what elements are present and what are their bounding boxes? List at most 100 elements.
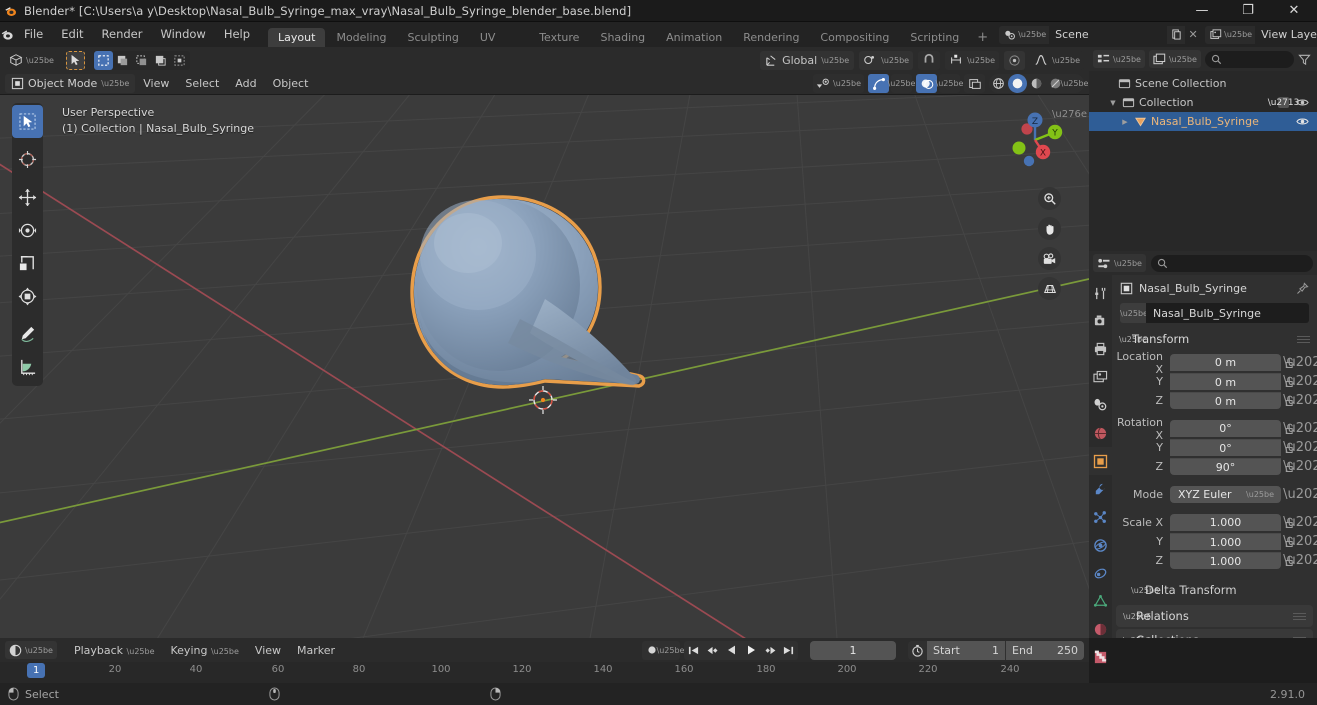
outliner-row-nasal-bulb-syringe[interactable]: ▶ Nasal_Bulb_Syringe xyxy=(1089,112,1317,131)
tab-uv-editing[interactable]: UV Editing xyxy=(470,28,528,63)
viewport-menu-add[interactable]: Add xyxy=(227,74,264,93)
new-scene-icon[interactable] xyxy=(1167,25,1186,44)
visibility-selector[interactable]: \u25be xyxy=(813,74,864,93)
properties-editor[interactable]: \u25be Nasal_Bulb_Syringe \u25be Nasal_B… xyxy=(1089,251,1317,663)
blender-menu-icon[interactable] xyxy=(0,22,15,47)
tab-modeling[interactable]: Modeling xyxy=(326,28,396,47)
menu-edit[interactable]: Edit xyxy=(52,22,92,47)
select-intersect-icon[interactable] xyxy=(170,51,189,70)
location-y-animate-dot[interactable]: \u2022 xyxy=(1283,374,1317,389)
proportional-edit-icon[interactable]: \u25be xyxy=(945,50,1000,70)
rotation-x-value[interactable]: 0° xyxy=(1170,420,1281,437)
panel-header-transform[interactable]: \u25bc Transform xyxy=(1112,329,1317,349)
properties-search-input[interactable] xyxy=(1150,254,1313,272)
start-frame-input[interactable]: Start 1 xyxy=(927,640,1005,660)
measure-tool[interactable] xyxy=(12,351,43,384)
add-workspace-button[interactable]: + xyxy=(970,28,995,47)
play-icon[interactable] xyxy=(741,641,760,660)
end-frame-input[interactable]: End 250 xyxy=(1006,640,1084,660)
move-tool[interactable] xyxy=(12,181,43,214)
shading-material-preview-icon[interactable] xyxy=(1027,74,1046,93)
output-tab[interactable] xyxy=(1089,335,1112,363)
select-extend-icon[interactable] xyxy=(113,51,132,70)
rotation-mode-dropdown[interactable]: XYZ Euler \u25be xyxy=(1170,486,1281,503)
pin-icon[interactable] xyxy=(1296,281,1309,295)
falloff-curve-icon[interactable]: \u25be xyxy=(1030,50,1084,70)
location-z-value[interactable]: 0 m xyxy=(1170,392,1281,409)
outliner-row-scene-collection[interactable]: Scene Collection xyxy=(1089,74,1317,93)
jump-to-previous-keyframe-icon[interactable] xyxy=(703,641,722,660)
location-x-animate-dot[interactable]: \u2022 xyxy=(1283,355,1317,370)
outliner-editor[interactable]: \u25be \u25be Scene Collection ▼ Collect… xyxy=(1089,47,1317,251)
gizmo-dropdown-icon[interactable]: \u25be xyxy=(888,74,915,93)
texture-tab[interactable] xyxy=(1089,643,1112,671)
particles-tab[interactable] xyxy=(1089,503,1112,531)
jump-to-start-icon[interactable] xyxy=(684,641,703,660)
object-name-input[interactable]: Nasal_Bulb_Syringe xyxy=(1146,303,1309,323)
scene-selector[interactable]: \u25be Scene ✕ xyxy=(999,25,1201,44)
view-layer-tab[interactable] xyxy=(1089,363,1112,391)
timeline-menu-playback[interactable]: Playback \u25be xyxy=(67,641,162,660)
modifier-tab[interactable] xyxy=(1089,475,1112,503)
rotation-y-animate-dot[interactable]: \u2022 xyxy=(1283,440,1317,455)
scene-tab[interactable] xyxy=(1089,391,1112,419)
sidebar-collapse-arrow-icon[interactable]: \u276e xyxy=(1052,109,1087,120)
use-preview-range-icon[interactable] xyxy=(908,640,927,660)
view-layer-selector[interactable]: \u25be View Layer ✕ xyxy=(1205,25,1317,44)
viewport-menu-object[interactable]: Object xyxy=(265,74,317,93)
object-data-tab[interactable] xyxy=(1089,587,1112,615)
location-x-value[interactable]: 0 m xyxy=(1170,354,1281,371)
timeline-ruler[interactable]: 1 20 40 60 80 100 120 140 160 180 200 22… xyxy=(0,662,1089,683)
menu-render[interactable]: Render xyxy=(93,22,152,47)
tab-rendering[interactable]: Rendering xyxy=(733,28,809,47)
select-box-icon[interactable] xyxy=(93,50,113,70)
editor-type-icon[interactable]: \u25be xyxy=(5,51,58,69)
jump-to-next-keyframe-icon[interactable] xyxy=(760,641,779,660)
minimize-button[interactable]: — xyxy=(1179,0,1225,22)
tab-scripting[interactable]: Scripting xyxy=(900,28,969,47)
tool-tab[interactable] xyxy=(1089,279,1112,307)
view-layer-name-field[interactable]: View Layer xyxy=(1255,25,1317,44)
xray-toggle-icon[interactable] xyxy=(964,74,985,93)
play-reverse-icon[interactable] xyxy=(722,641,741,660)
outliner-search-input[interactable] xyxy=(1204,50,1294,68)
shading-dropdown-icon[interactable]: \u25be xyxy=(1061,74,1089,93)
tab-layout[interactable]: Layout xyxy=(268,28,326,47)
camera-view-icon[interactable] xyxy=(1038,247,1061,270)
rotation-z-animate-dot[interactable]: \u2022 xyxy=(1283,459,1317,474)
maximize-button[interactable]: ❐ xyxy=(1225,0,1271,22)
timeline-playhead[interactable]: 1 xyxy=(27,663,46,678)
rotation-x-animate-dot[interactable]: \u2022 xyxy=(1283,421,1317,436)
collection-visibility-eye-icon[interactable] xyxy=(1296,97,1309,108)
pan-hand-icon[interactable] xyxy=(1038,217,1061,240)
transform-orientation-selector[interactable]: Global \u25be xyxy=(760,50,855,70)
scene-icon[interactable]: \u25be xyxy=(999,25,1050,44)
tab-compositing[interactable]: Compositing xyxy=(810,28,899,47)
close-button[interactable]: ✕ xyxy=(1271,0,1317,22)
object-mode-selector[interactable]: Object Mode \u25be xyxy=(5,74,136,93)
gizmo-toggle-icon[interactable] xyxy=(868,74,889,93)
select-subtract-icon[interactable] xyxy=(132,51,151,70)
collection-enable-checkbox[interactable]: \u2713 xyxy=(1268,97,1299,108)
current-frame-input[interactable]: 1 xyxy=(810,640,896,660)
shading-wireframe-icon[interactable] xyxy=(989,74,1008,93)
timeline-menu-marker[interactable]: Marker xyxy=(290,641,342,660)
shading-solid-icon[interactable] xyxy=(1008,74,1027,93)
3d-viewport[interactable]: \u25be Global \u25be \u25be \u25be \u25b… xyxy=(0,47,1089,638)
location-z-animate-dot[interactable]: \u2022 xyxy=(1283,393,1317,408)
timeline-editor[interactable]: \u25be Playback \u25be Keying \u25be Vie… xyxy=(0,638,1089,683)
panel-header-relations[interactable]: \u25b6 Relations xyxy=(1116,605,1313,627)
scale-x-animate-dot[interactable]: \u2022 xyxy=(1283,515,1317,530)
physics-tab[interactable] xyxy=(1089,531,1112,559)
active-tool-indicator[interactable] xyxy=(65,50,85,70)
proportional-falloff-icon[interactable] xyxy=(1004,50,1026,70)
tweak-select-box-tool[interactable] xyxy=(12,105,43,138)
zoom-icon[interactable] xyxy=(1038,187,1061,210)
timeline-editor-type-icon[interactable]: \u25be xyxy=(5,641,57,659)
outliner-row-collection[interactable]: ▼ Collection \u2713 xyxy=(1089,93,1317,112)
object-disclosure-icon[interactable]: ▶ xyxy=(1120,118,1130,126)
unlink-scene-button[interactable]: ✕ xyxy=(1185,26,1201,44)
view-layer-icon[interactable]: \u25be xyxy=(1205,25,1256,44)
overlays-dropdown-icon[interactable]: \u25be xyxy=(936,74,963,93)
tab-sculpting[interactable]: Sculpting xyxy=(398,28,469,47)
